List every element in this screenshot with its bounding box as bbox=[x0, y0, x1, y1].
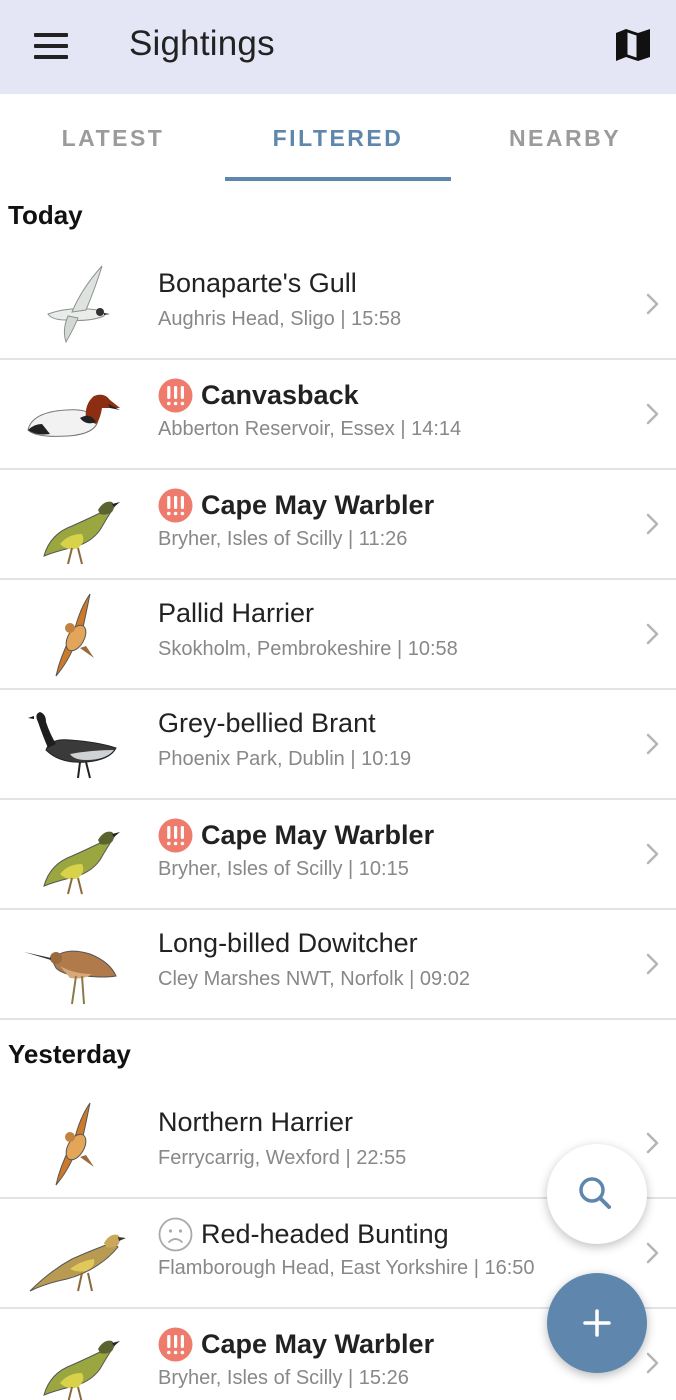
species-label: Red-headed Bunting bbox=[201, 1219, 449, 1249]
species-label: Grey-bellied Brant bbox=[158, 708, 376, 738]
species-name: Grey-bellied Brant bbox=[158, 708, 376, 739]
species-label: Cape May Warbler bbox=[201, 1329, 435, 1359]
map-icon[interactable] bbox=[614, 28, 652, 62]
sad-face-icon bbox=[158, 1217, 193, 1252]
bird-illustration bbox=[20, 588, 130, 682]
species-name: Cape May Warbler bbox=[158, 1327, 434, 1362]
sighting-row[interactable]: Bonaparte's Gull Aughris Head, Sligo | 15… bbox=[0, 250, 676, 360]
tab-latest[interactable]: LATEST bbox=[0, 94, 226, 182]
add-sighting-button[interactable] bbox=[547, 1273, 647, 1373]
chevron-right-icon bbox=[646, 1352, 659, 1374]
species-label: Bonaparte's Gull bbox=[158, 268, 357, 298]
sighting-row[interactable]: Long-billed Dowitcher Cley Marshes NWT, N… bbox=[0, 910, 676, 1020]
chevron-right-icon bbox=[646, 1242, 659, 1264]
chevron-right-icon bbox=[646, 953, 659, 975]
species-label: Cape May Warbler bbox=[201, 820, 435, 850]
sighting-location-time: Aughris Head, Sligo | 15:58 bbox=[158, 308, 402, 330]
species-name: Cape May Warbler bbox=[158, 818, 434, 853]
sighting-location-time: Bryher, Isles of Scilly | 10:15 bbox=[158, 858, 409, 880]
tab-filtered[interactable]: FILTERED bbox=[225, 94, 451, 182]
bird-illustration bbox=[20, 918, 130, 1012]
species-name: Long-billed Dowitcher bbox=[158, 928, 418, 959]
species-label: Pallid Harrier bbox=[158, 598, 315, 628]
rarity-alert-icon bbox=[158, 818, 193, 853]
species-label: Canvasback bbox=[201, 380, 359, 410]
sighting-location-time: Phoenix Park, Dublin | 10:19 bbox=[158, 748, 412, 770]
chevron-right-icon bbox=[646, 843, 659, 865]
sighting-location-time: Skokholm, Pembrokeshire | 10:58 bbox=[158, 638, 458, 660]
app-bar: Sightings bbox=[0, 0, 676, 94]
sighting-location-time: Bryher, Isles of Scilly | 11:26 bbox=[158, 528, 408, 550]
tab-nearby[interactable]: NEARBY bbox=[452, 94, 676, 182]
sighting-row[interactable]: Cape May Warbler Bryher, Isles of Scilly … bbox=[0, 800, 676, 910]
sighting-location-time: Flamborough Head, East Yorkshire | 16:50 bbox=[158, 1257, 535, 1279]
bird-illustration bbox=[20, 258, 130, 352]
species-name: Canvasback bbox=[158, 378, 359, 413]
rarity-alert-icon bbox=[158, 378, 193, 413]
active-tab-indicator bbox=[225, 177, 451, 181]
chevron-right-icon bbox=[646, 623, 659, 645]
species-name: Pallid Harrier bbox=[158, 598, 314, 629]
species-name: Cape May Warbler bbox=[158, 488, 434, 523]
sighting-row[interactable]: Pallid Harrier Skokholm, Pembrokeshire | … bbox=[0, 580, 676, 690]
species-name: Northern Harrier bbox=[158, 1107, 353, 1138]
bird-illustration bbox=[20, 368, 130, 462]
chevron-right-icon bbox=[646, 733, 659, 755]
tab-bar: LATEST FILTERED NEARBY bbox=[0, 94, 676, 182]
page-title: Sightings bbox=[129, 24, 275, 63]
chevron-right-icon bbox=[646, 513, 659, 535]
sighting-location-time: Cley Marshes NWT, Norfolk | 09:02 bbox=[158, 968, 470, 990]
sighting-location-time: Bryher, Isles of Scilly | 15:26 bbox=[158, 1367, 409, 1389]
rarity-alert-icon bbox=[158, 1327, 193, 1362]
plus-icon bbox=[583, 1309, 611, 1337]
species-label: Long-billed Dowitcher bbox=[158, 928, 418, 958]
chevron-right-icon bbox=[646, 1132, 659, 1154]
bird-illustration bbox=[20, 1097, 130, 1191]
hamburger-menu-icon[interactable] bbox=[34, 33, 68, 59]
chevron-right-icon bbox=[646, 403, 659, 425]
species-label: Northern Harrier bbox=[158, 1107, 354, 1137]
species-name: Bonaparte's Gull bbox=[158, 268, 357, 299]
bird-illustration bbox=[20, 808, 130, 902]
species-name: Red-headed Bunting bbox=[158, 1217, 449, 1252]
bird-illustration bbox=[20, 698, 130, 792]
sighting-row[interactable]: Grey-bellied Brant Phoenix Park, Dublin |… bbox=[0, 690, 676, 800]
rarity-alert-icon bbox=[158, 488, 193, 523]
search-button[interactable] bbox=[547, 1144, 647, 1244]
species-label: Cape May Warbler bbox=[201, 490, 435, 520]
bird-illustration bbox=[20, 478, 130, 572]
section-header-yesterday: Yesterday bbox=[8, 1039, 131, 1069]
bird-illustration bbox=[20, 1317, 130, 1400]
sighting-location-time: Abberton Reservoir, Essex | 14:14 bbox=[158, 418, 462, 440]
section-header-today: Today bbox=[8, 200, 83, 230]
bird-illustration bbox=[20, 1207, 130, 1301]
sighting-row[interactable]: Cape May Warbler Bryher, Isles of Scilly … bbox=[0, 470, 676, 580]
sighting-row[interactable]: Canvasback Abberton Reservoir, Essex | 14… bbox=[0, 360, 676, 470]
sighting-location-time: Ferrycarrig, Wexford | 22:55 bbox=[158, 1147, 407, 1169]
chevron-right-icon bbox=[646, 293, 659, 315]
search-icon bbox=[579, 1177, 611, 1209]
